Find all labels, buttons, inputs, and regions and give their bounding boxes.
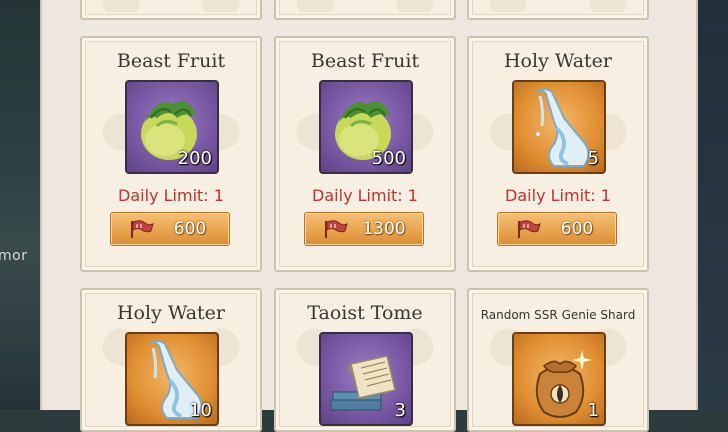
shop-card-partial[interactable]: [467, 0, 649, 20]
buy-button[interactable]: 600: [110, 212, 230, 246]
game-backdrop-right: [694, 0, 728, 410]
item-frame: 500: [319, 80, 413, 174]
item-name: Holy Water: [503, 50, 613, 72]
price-value: 600: [560, 219, 594, 239]
item-quantity: 10: [189, 400, 212, 421]
daily-limit-label: Daily Limit: 1: [505, 186, 611, 205]
daily-limit-label: Daily Limit: 1: [118, 186, 224, 205]
buy-button[interactable]: 1300: [304, 212, 424, 246]
item-frame: 200: [125, 80, 219, 174]
daily-limit-label: Daily Limit: 1: [312, 186, 418, 205]
item-quantity: 500: [371, 148, 406, 169]
price-value: 1300: [362, 219, 406, 239]
item-name: Holy Water: [116, 302, 226, 324]
shop-card-holy-water-5[interactable]: Holy Water 5 Daily Limit: 1 600: [467, 36, 649, 272]
shop-card-genie-shard[interactable]: Random SSR Genie Shard 1: [467, 288, 649, 432]
item-quantity: 1: [587, 400, 599, 421]
shop-card-taoist-tome[interactable]: Taoist Tome 3: [274, 288, 456, 432]
item-name: Beast Fruit: [310, 50, 420, 72]
item-frame: 10: [125, 332, 219, 426]
item-quantity: 200: [177, 148, 212, 169]
red-flag-currency-icon: [325, 220, 348, 238]
red-flag-currency-icon: [518, 220, 541, 238]
item-quantity: 5: [587, 148, 599, 169]
price-value: 600: [173, 219, 207, 239]
item-frame: 5: [512, 80, 606, 174]
item-name: Random SSR Genie Shard: [480, 308, 636, 322]
item-name: Taoist Tome: [307, 302, 423, 324]
background-partial-text: mor: [0, 248, 28, 264]
red-flag-currency-icon: [131, 220, 154, 238]
game-backdrop-left: [0, 0, 40, 410]
shop-card-beast-fruit-200[interactable]: Beast Fruit 200 Daily Limit: 1 600: [80, 36, 262, 272]
item-name: Beast Fruit: [116, 50, 226, 72]
shop-card-beast-fruit-500[interactable]: Beast Fruit 500 Daily Limit: 1 1300: [274, 36, 456, 272]
shop-card-holy-water-10[interactable]: Holy Water 10: [80, 288, 262, 432]
item-frame: 3: [319, 332, 413, 426]
buy-button[interactable]: 600: [497, 212, 617, 246]
shop-card-partial[interactable]: [80, 0, 262, 20]
item-quantity: 3: [394, 400, 406, 421]
shop-card-partial[interactable]: [274, 0, 456, 20]
shop-panel: Beast Fruit 200 Daily Limit: 1 600 Beast…: [40, 0, 698, 432]
item-frame: 1: [512, 332, 606, 426]
